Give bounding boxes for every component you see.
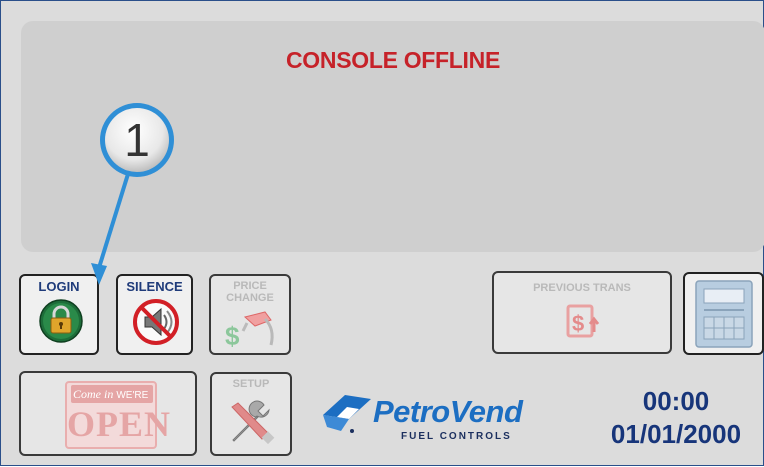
login-button[interactable]: LOGIN (19, 274, 99, 355)
status-message: CONSOLE OFFLINE (285, 47, 500, 73)
mute-speaker-icon (133, 299, 179, 345)
open-sign-were: WE'RE (116, 390, 149, 401)
open-sign: Come in WE'RE OPEN (65, 381, 172, 449)
silence-label: SILENCE (126, 279, 183, 294)
price-change-button[interactable]: PRICE CHANGE $ (209, 274, 291, 355)
open-sign-button[interactable]: Come in WE'RE OPEN (19, 371, 197, 456)
clock-date: 01/01/2000 (610, 419, 742, 449)
previous-trans-button[interactable]: PREVIOUS TRANS $ (492, 271, 672, 354)
clock-time: 00:00 (642, 386, 710, 416)
petrovend-logo-subtitle: FUEL CONTROLS (401, 431, 512, 442)
svg-text:$: $ (572, 311, 584, 336)
console-screen: CONSOLE OFFLINE LOGIN SILENCE PRICE CHAN… (0, 0, 764, 466)
fuel-nozzle-price-icon: $ (225, 311, 274, 351)
petrovend-logo-text: PetroVend (373, 394, 523, 429)
login-label: LOGIN (38, 279, 80, 294)
open-sign-open: OPEN (67, 404, 172, 444)
petrovend-emblem-icon (323, 395, 371, 433)
previous-trans-label: PREVIOUS TRANS (533, 282, 631, 294)
svg-text:$: $ (225, 321, 240, 351)
transaction-receipt-icon: $ (566, 304, 600, 338)
console-device-button[interactable] (683, 272, 764, 355)
callout-number: 1 (124, 114, 150, 166)
lock-icon (39, 299, 83, 343)
setup-button[interactable]: SETUP (210, 372, 292, 456)
silence-button[interactable]: SILENCE (116, 274, 193, 355)
open-sign-come-in: Come in (73, 387, 114, 401)
setup-label: SETUP (232, 378, 270, 390)
console-device-icon (695, 280, 753, 348)
price-change-label: PRICE CHANGE (226, 280, 274, 304)
tools-icon (231, 400, 275, 445)
